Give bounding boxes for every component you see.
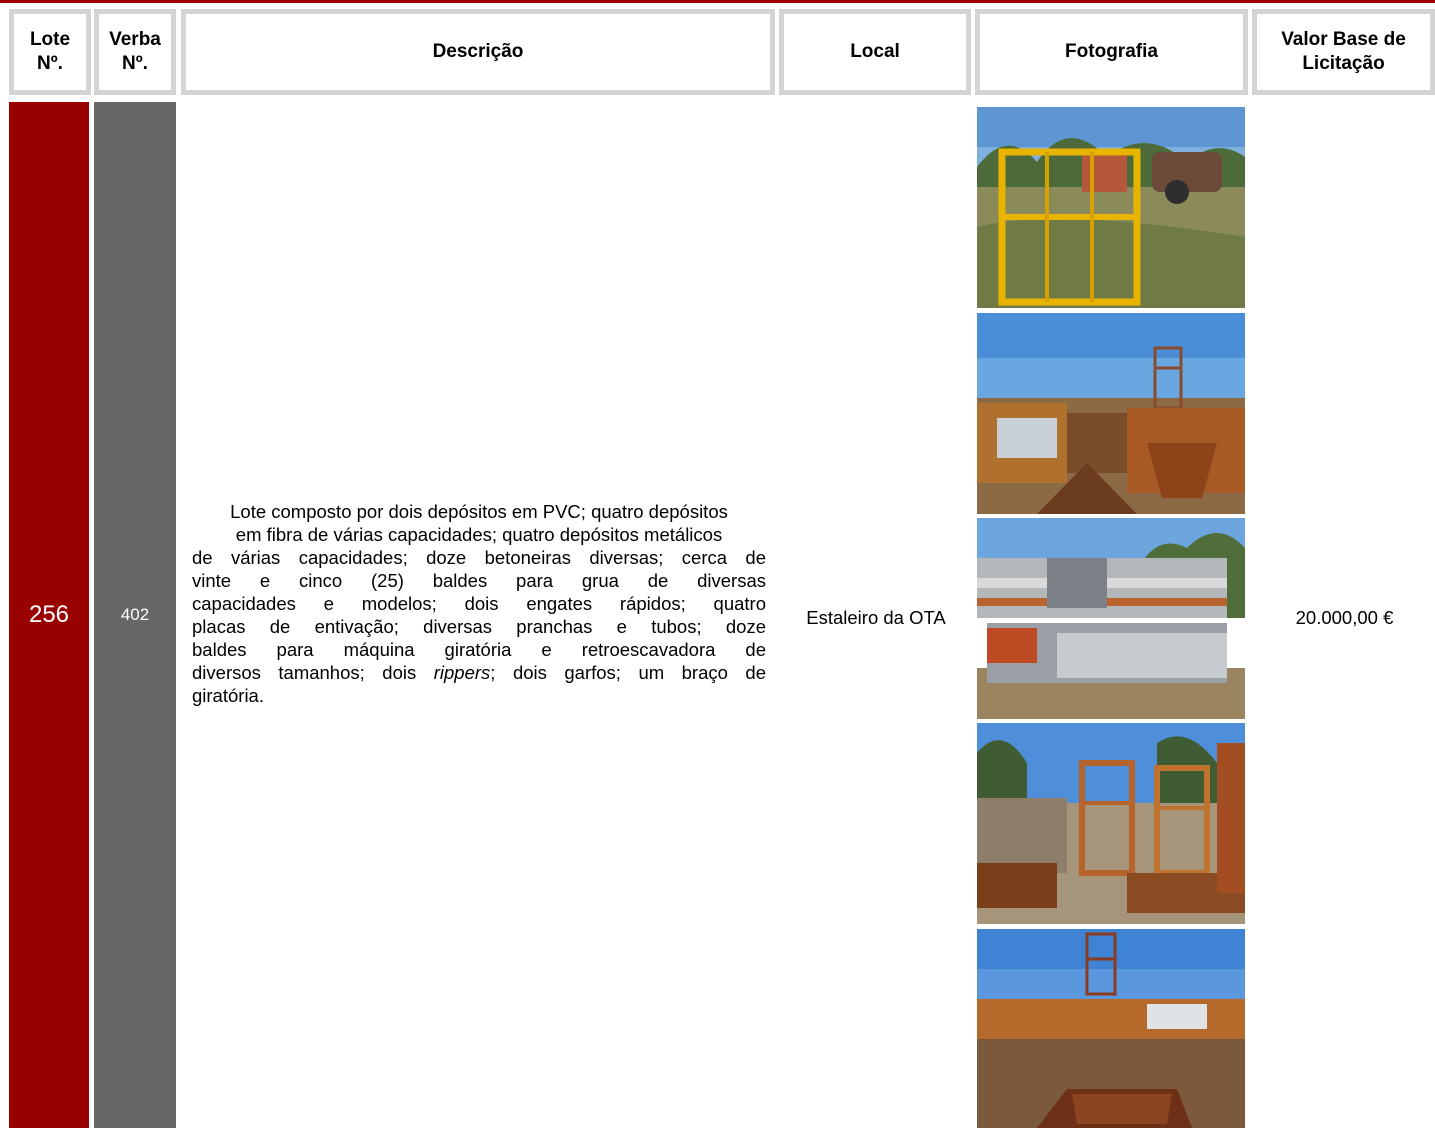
header-verba-label: Verba Nº.: [109, 29, 161, 74]
photo-bucket-and-tower: [977, 929, 1245, 1128]
description-line: baldes para máquina giratória e retroesc…: [192, 639, 766, 660]
header-lote: Lote Nº.: [9, 9, 91, 95]
description-text-part: diversos tamanhos; dois: [192, 662, 434, 683]
header-fotografia-label: Fotografia: [1065, 41, 1158, 62]
header-valor: Valor Base de Licitação: [1252, 9, 1435, 95]
verba-cell: 402: [94, 102, 176, 1128]
header-descricao-label: Descrição: [432, 41, 524, 62]
description-line: vinte e cinco (25) baldes para grua de d…: [192, 570, 766, 591]
local-value: Estaleiro da OTA: [806, 607, 946, 628]
description-italic-rippers: rippers: [433, 662, 491, 683]
description-line: diversos tamanhos; dois rippers; dois ga…: [192, 661, 766, 684]
description-text-part: ; dois garfos; um braço de: [490, 662, 767, 683]
description-line: de várias capacidades; doze betoneiras d…: [192, 547, 766, 568]
valor-value: 20.000,00 €: [1295, 607, 1394, 628]
description-line: Lote composto por dois depósitos em PVC;…: [230, 501, 728, 522]
header-local-label: Local: [850, 41, 900, 62]
photo-yellow-cage-and-mixer: [977, 107, 1245, 308]
photo-rusty-buckets-and-tower: [977, 313, 1245, 514]
description-line: em fibra de várias capacidades; quatro d…: [235, 524, 723, 545]
top-accent-line: [0, 0, 1435, 3]
verba-number: 402: [120, 605, 150, 624]
header-descricao: Descrição: [181, 9, 775, 95]
description-text: Lote composto por dois depósitos em PVC;…: [192, 500, 766, 707]
header-local: Local: [779, 9, 971, 95]
header-valor-label: Valor Base de Licitação: [1281, 29, 1406, 74]
lote-number: 256: [28, 601, 70, 628]
photo-stacked-metal-panels: [977, 518, 1245, 719]
header-fotografia: Fotografia: [975, 9, 1248, 95]
description-line: placas de entivação; diversas pranchas e…: [192, 616, 766, 637]
description-line: capacidades e modelos; dois engates rápi…: [192, 593, 766, 614]
lote-cell: 256: [9, 102, 89, 1128]
photo-rusty-cages: [977, 723, 1245, 924]
header-verba: Verba Nº.: [94, 9, 176, 95]
description-line: giratória.: [192, 685, 264, 706]
header-lote-label: Lote Nº.: [29, 29, 71, 74]
